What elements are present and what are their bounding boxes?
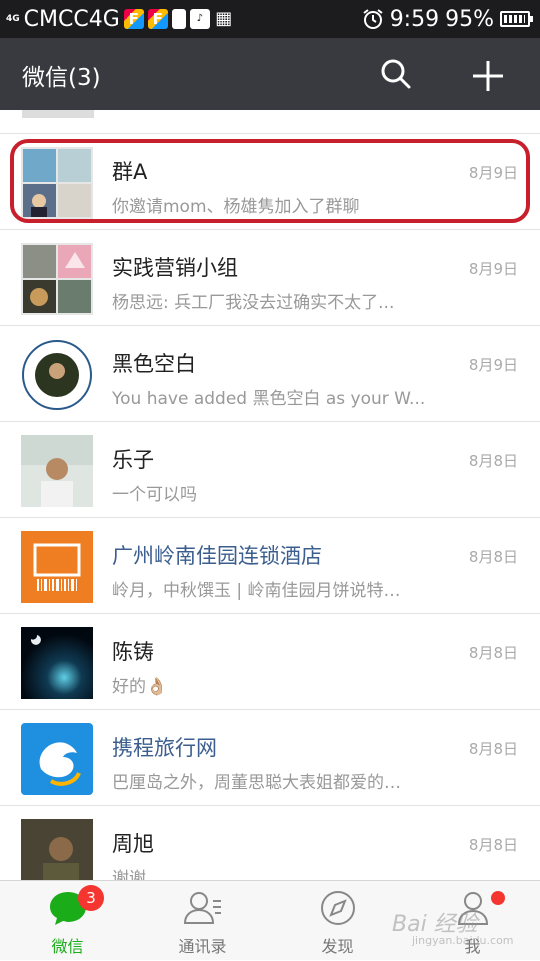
contact-avatar — [21, 627, 93, 699]
chat-item-group-a[interactable]: 群A 你邀请mom、杨雄隽加入了群聊 8月9日 — [0, 134, 540, 230]
chat-date: 8月9日 — [468, 260, 518, 278]
chat-preview: 巴厘岛之外，周董思聪大表姐都爱的… — [112, 773, 401, 793]
chat-date: 8月9日 — [468, 164, 518, 182]
clock: 9:59 — [389, 6, 440, 32]
chat-preview: 好的👌🏼 — [112, 677, 168, 697]
watermark: Bai 经验 jingyan.baidu.com — [392, 906, 514, 947]
chat-date: 8月8日 — [468, 548, 518, 566]
chat-item-lezi[interactable]: 乐子 一个可以吗 8月8日 — [0, 422, 540, 518]
contact-avatar — [21, 339, 93, 411]
tab-contacts[interactable]: 通讯录 — [135, 881, 270, 961]
contacts-icon — [183, 892, 221, 924]
media-icon: ♪ — [189, 9, 210, 29]
chat-preview: 杨思远: 兵工厂我没去过确实不太了... — [112, 293, 395, 313]
search-icon[interactable] — [380, 58, 412, 90]
chat-name: 乐子 — [112, 448, 154, 472]
chat-date: 8月9日 — [468, 356, 518, 374]
official-account-avatar — [21, 723, 93, 795]
signal-indicator: 4G — [6, 14, 20, 24]
chat-preview: 岭月，中秋馔玉 | 岭南佳园月饼说特… — [112, 581, 401, 601]
chat-item-practice-marketing[interactable]: 实践营销小组 杨思远: 兵工厂我没去过确实不太了... 8月9日 — [0, 230, 540, 326]
chat-preview: 一个可以吗 — [112, 485, 197, 505]
carrier-name: CMCC4G — [23, 6, 120, 32]
chat-item-ctrip[interactable]: 携程旅行网 巴厘岛之外，周董思聪大表姐都爱的… 8月8日 — [0, 710, 540, 806]
app-notification-icon-2: F — [147, 9, 168, 29]
chat-preview: 你邀请mom、杨雄隽加入了群聊 — [112, 197, 360, 217]
unread-badge: 3 — [78, 885, 104, 911]
sd-card-icon — [171, 9, 186, 29]
contact-avatar — [21, 435, 93, 507]
tab-chats[interactable]: 3 微信 — [0, 881, 135, 961]
alarm-icon — [363, 9, 383, 29]
group-avatar — [21, 243, 93, 315]
app-header: 微信(3) — [0, 38, 540, 110]
battery-percent: 95% — [445, 6, 494, 32]
chat-list[interactable]: 群A 你邀请mom、杨雄隽加入了群聊 8月9日 实践营销小组 杨思远: 兵工厂我… — [0, 110, 540, 880]
chat-date: 8月8日 — [468, 452, 518, 470]
chat-item-chenzhu[interactable]: 陈铸 好的👌🏼 8月8日 — [0, 614, 540, 710]
chat-preview: 谢谢 — [112, 869, 146, 880]
contact-avatar — [21, 819, 93, 880]
chat-name: 携程旅行网 — [112, 736, 217, 760]
building-icon: ▦ — [215, 8, 233, 29]
official-account-avatar — [21, 531, 93, 603]
tab-label: 通讯录 — [178, 937, 227, 956]
add-icon[interactable] — [470, 58, 506, 94]
chat-item-black-blank[interactable]: 黑色空白 You have added 黑色空白 as your W... 8月… — [0, 326, 540, 422]
app-notification-icon: F — [123, 9, 144, 29]
chat-date: 8月8日 — [468, 740, 518, 758]
status-bar: 4G CMCC4G F F ♪ ▦ 9:59 95% — [0, 0, 540, 38]
chat-name: 陈铸 — [112, 640, 154, 664]
chat-name: 广州岭南佳园连锁酒店 — [112, 544, 322, 568]
chat-date: 8月8日 — [468, 836, 518, 854]
watermark-url: jingyan.baidu.com — [412, 934, 514, 947]
chat-item-zhouxu[interactable]: 周旭 谢谢 8月8日 — [0, 806, 540, 880]
chat-preview: You have added 黑色空白 as your W... — [112, 389, 426, 409]
battery-icon — [500, 11, 533, 27]
chat-name: 黑色空白 — [112, 352, 196, 376]
chat-date: 8月8日 — [468, 644, 518, 662]
notification-dot — [491, 891, 505, 905]
chat-name: 群A — [112, 160, 148, 184]
tab-discover[interactable]: 发现 — [270, 881, 405, 961]
page-title: 微信(3) — [22, 65, 101, 91]
group-avatar — [21, 147, 93, 219]
tab-label: 微信 — [51, 937, 84, 956]
chat-name: 实践营销小组 — [112, 256, 238, 280]
partial-list-item — [0, 110, 540, 134]
chat-name: 周旭 — [112, 832, 154, 856]
tab-label: 发现 — [321, 937, 354, 956]
chat-item-lingnan-hotel[interactable]: 广州岭南佳园连锁酒店 岭月，中秋馔玉 | 岭南佳园月饼说特… 8月8日 — [0, 518, 540, 614]
compass-icon — [320, 891, 355, 925]
